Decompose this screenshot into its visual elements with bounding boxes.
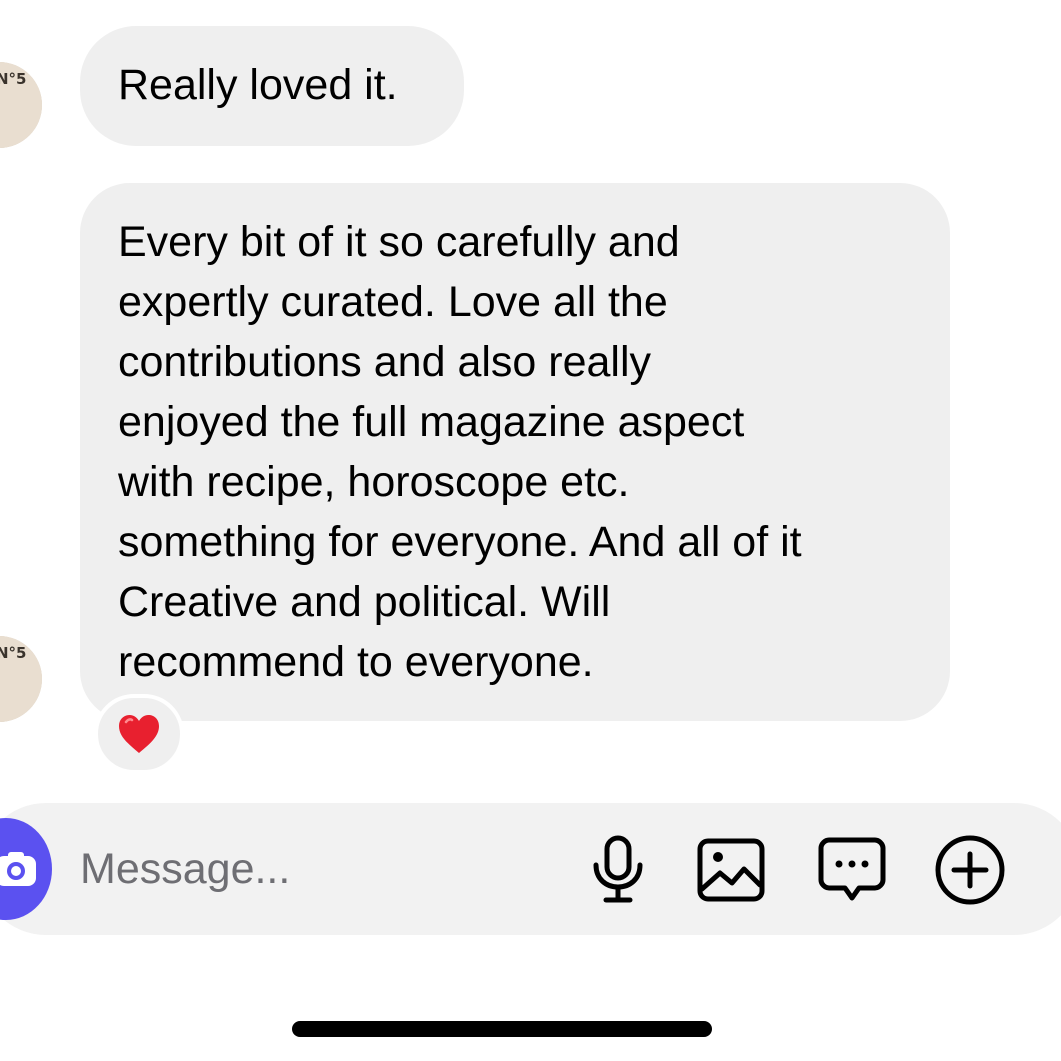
svg-text:N°5: N°5 — [0, 70, 27, 88]
message-text-line: with recipe, horoscope etc. — [118, 458, 630, 506]
gallery-icon — [697, 838, 765, 902]
message-text: Really loved it. — [118, 61, 398, 109]
gallery-button[interactable] — [693, 832, 769, 908]
avatar-image: N°5 — [0, 62, 42, 148]
contact-avatar[interactable]: N°5 — [0, 636, 42, 722]
message-text-line: Every bit of it so carefully and — [118, 218, 680, 266]
message-text-line: enjoyed the full magazine aspect — [118, 398, 745, 446]
message-text-line: something for everyone. And all of it — [118, 518, 802, 566]
avatar-image: N°5 — [0, 636, 42, 722]
message-input[interactable] — [80, 836, 520, 902]
message-text-line: expertly curated. Love all the — [118, 278, 668, 326]
message-text-line: recommend to everyone. — [118, 638, 594, 686]
microphone-icon — [593, 835, 643, 903]
contact-avatar[interactable]: N°5 — [0, 62, 42, 148]
microphone-button[interactable] — [580, 832, 656, 908]
message-text-line: contributions and also really — [118, 338, 652, 386]
sticker-button[interactable] — [814, 832, 890, 908]
message-bubble[interactable]: Every bit of it so carefully and expertl… — [80, 183, 950, 721]
home-indicator[interactable] — [292, 1021, 712, 1037]
svg-text:N°5: N°5 — [0, 644, 27, 662]
camera-icon — [0, 852, 36, 886]
chat-screen: N°5 Really loved it. Every bit of it so … — [0, 0, 1061, 1061]
heart-reaction[interactable] — [94, 694, 184, 774]
message-text-line: Creative and political. Will — [118, 578, 611, 626]
plus-icon — [935, 835, 1005, 905]
more-options-button[interactable] — [932, 832, 1008, 908]
sticker-icon — [818, 837, 886, 901]
message-bubble[interactable]: Really loved it. — [80, 26, 464, 146]
heart-icon — [119, 715, 159, 753]
